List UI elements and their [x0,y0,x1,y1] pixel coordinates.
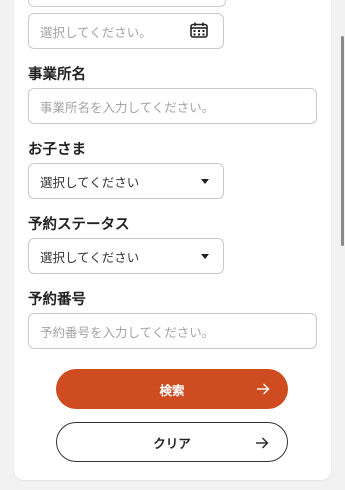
clear-button[interactable]: クリア [56,422,288,462]
office-name-label: 事業所名 [28,67,86,83]
reservation-number-input[interactable]: 予約番号を入力してください。 [28,313,317,349]
clear-button-label: クリア [153,435,191,451]
office-name-placeholder: 事業所名を入力してください。 [40,99,215,115]
search-button[interactable]: 検索 [56,369,288,409]
date-field[interactable]: 選択してください。 [28,13,224,49]
calendar-icon[interactable] [190,22,208,38]
previous-field-bottom-edge [28,0,226,7]
caret-down-icon [201,254,209,259]
scrollbar-thumb[interactable] [341,36,344,246]
caret-down-icon [201,179,209,184]
reservation-status-label: 予約ステータス [28,217,130,233]
arrow-right-icon [257,383,270,395]
child-select-value: 選択してください [40,174,140,190]
reservation-status-value: 選択してください [40,249,140,265]
child-label: お子さま [28,142,86,158]
reservation-number-label: 予約番号 [28,292,86,308]
date-field-placeholder: 選択してください。 [40,24,152,40]
office-name-input[interactable]: 事業所名を入力してください。 [28,88,317,124]
arrow-right-icon [256,437,269,449]
child-select[interactable]: 選択してください [28,163,224,199]
reservation-number-placeholder: 予約番号を入力してください。 [40,324,215,340]
search-button-label: 検索 [159,382,185,398]
reservation-status-select[interactable]: 選択してください [28,238,224,274]
